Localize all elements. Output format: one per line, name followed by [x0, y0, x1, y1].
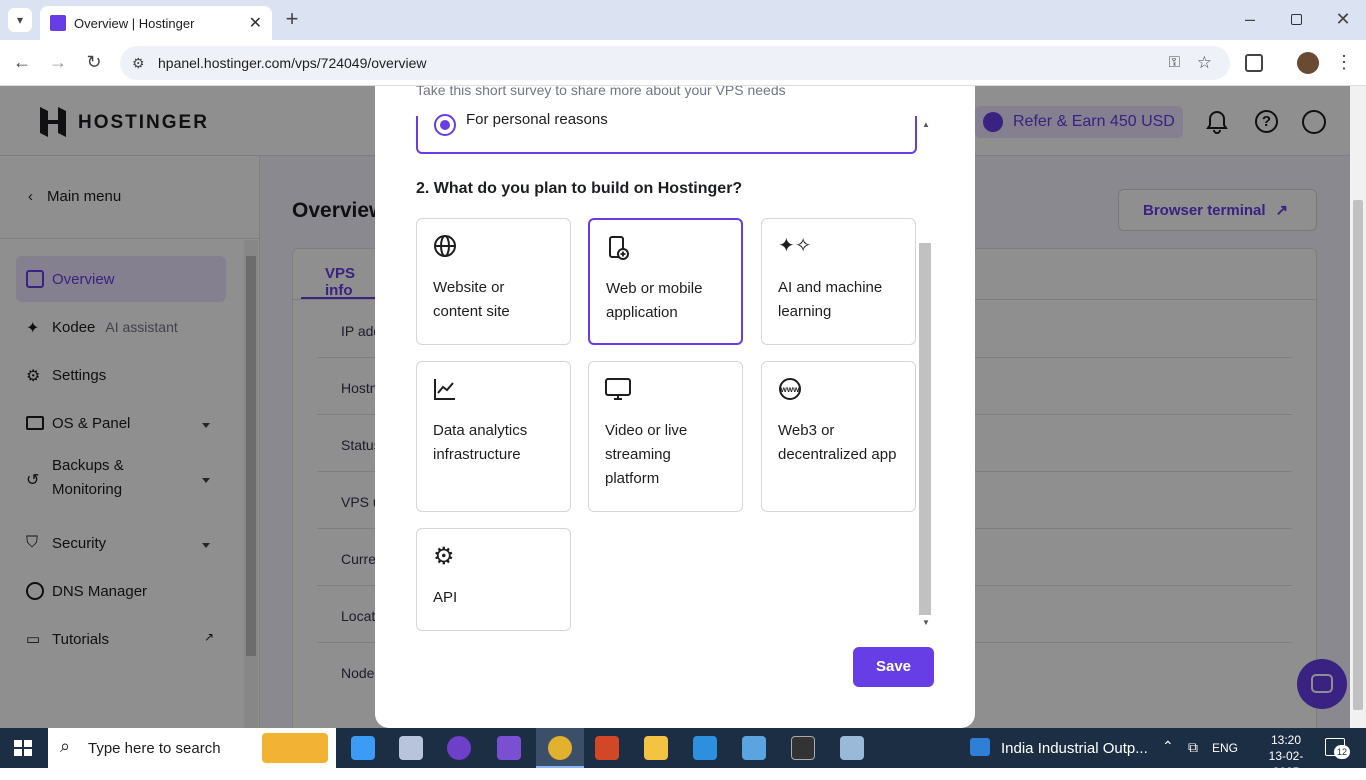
language-indicator[interactable]: ENG: [1212, 741, 1238, 755]
option-label: Website or: [433, 279, 505, 296]
taskbar-search-box[interactable]: ⌕ Type here to search: [48, 728, 336, 768]
profile-avatar[interactable]: [1297, 52, 1319, 74]
clock-time: 13:20: [1270, 733, 1302, 747]
option-web3[interactable]: www Web3 or decentralized app: [761, 361, 916, 512]
chevron-up-icon[interactable]: ⌃: [1162, 738, 1174, 755]
option-label: platform: [605, 470, 660, 487]
teams-icon[interactable]: [497, 736, 521, 760]
radio-option-personal[interactable]: For personal reasons: [416, 111, 917, 154]
option-label: content site: [433, 303, 510, 320]
site-info-icon[interactable]: ⚙: [132, 55, 145, 72]
chrome-icon: [548, 736, 572, 760]
back-icon[interactable]: ←: [12, 52, 32, 72]
www-globe-icon: www: [778, 377, 899, 403]
page-scrollbar-track[interactable]: [1350, 86, 1366, 728]
option-data-analytics[interactable]: Data analytics infrastructure: [416, 361, 571, 512]
radio-checked-icon: [434, 114, 456, 136]
network-icon[interactable]: ⧉: [1188, 739, 1198, 756]
chrome-taskbar-button[interactable]: [536, 728, 584, 768]
search-highlight-icon: [262, 733, 328, 763]
app-icon[interactable]: [399, 736, 423, 760]
extensions-icon[interactable]: [1245, 54, 1263, 72]
browser-tab[interactable]: Overview | Hostinger ✕: [40, 6, 272, 40]
file-explorer-icon[interactable]: [644, 736, 668, 760]
tab-close-icon[interactable]: ✕: [249, 13, 262, 33]
option-video-streaming[interactable]: Video or live streaming platform: [588, 361, 743, 512]
option-label: Web or mobile: [606, 280, 703, 297]
option-label: learning: [778, 303, 832, 320]
tab-title: Overview | Hostinger: [74, 15, 195, 31]
address-bar[interactable]: ⚙ hpanel.hostinger.com/vps/724049/overvi…: [120, 46, 1230, 80]
monitor-icon: [605, 377, 726, 403]
option-label: AI and machine: [778, 279, 883, 296]
browser-tab-strip: ▾ Overview | Hostinger ✕ + – ✕: [0, 0, 1366, 40]
close-window-icon[interactable]: ✕: [1333, 9, 1353, 29]
password-key-icon[interactable]: ⚿: [1169, 54, 1180, 71]
copilot-icon[interactable]: [351, 736, 375, 760]
option-label: Video or live: [605, 422, 688, 439]
hostinger-favicon-icon: [50, 15, 66, 31]
new-tab-icon[interactable]: +: [282, 8, 302, 30]
windows-taskbar: ⌕ Type here to search India Industrial O…: [0, 728, 1366, 779]
search-placeholder: Type here to search: [88, 739, 221, 757]
globe-icon: [433, 234, 554, 260]
modal-scrollbar[interactable]: ▲ ▼: [918, 116, 934, 631]
scroll-down-icon[interactable]: ▼: [922, 618, 930, 627]
search-icon: ⌕: [60, 736, 71, 756]
mobile-add-icon: [606, 235, 725, 261]
app-icon[interactable]: [742, 736, 766, 760]
survey-description: Take this short survey to share more abo…: [416, 86, 786, 98]
vscode-icon[interactable]: [693, 736, 717, 760]
news-ticker[interactable]: India Industrial Outp...: [1001, 740, 1148, 757]
reload-icon[interactable]: ↻: [84, 52, 104, 72]
app-icon[interactable]: [840, 736, 864, 760]
url-text: hpanel.hostinger.com/vps/724049/overview: [158, 55, 427, 71]
clock[interactable]: 13:20 13-02-2025: [1258, 732, 1314, 780]
tab-search-icon[interactable]: ▾: [8, 8, 32, 32]
forward-icon[interactable]: →: [48, 52, 68, 72]
clock-date: 13-02-2025: [1268, 749, 1304, 779]
news-icon[interactable]: [970, 738, 990, 756]
terminal-icon[interactable]: [791, 736, 815, 760]
modal-scrollbar-thumb[interactable]: [919, 243, 931, 615]
chrome-menu-icon[interactable]: ⋮: [1334, 52, 1354, 72]
question-heading: 2. What do you plan to build on Hostinge…: [416, 180, 743, 197]
github-icon[interactable]: [447, 736, 471, 760]
windows-start-icon[interactable]: [14, 740, 32, 756]
notification-icon[interactable]: 12: [1325, 738, 1350, 759]
option-api[interactable]: ⚙ API: [416, 528, 571, 631]
restore-window-icon[interactable]: [1291, 14, 1302, 25]
gear-icon: ⚙: [433, 543, 455, 570]
powerpoint-icon[interactable]: [595, 736, 619, 760]
sparkles-icon: ✦✧: [778, 235, 812, 257]
save-button[interactable]: Save: [853, 647, 934, 687]
option-label: Data analytics: [433, 422, 528, 439]
survey-modal: Take this short survey to share more abo…: [375, 86, 975, 728]
chart-line-icon: [433, 377, 554, 403]
option-ai-ml[interactable]: ✦✧ AI and machine learning: [761, 218, 916, 345]
option-web-mobile-app[interactable]: Web or mobile application: [588, 218, 743, 345]
bookmark-star-icon[interactable]: ☆: [1197, 53, 1212, 73]
option-label: application: [606, 304, 678, 321]
option-label: decentralized app: [778, 446, 897, 463]
option-label: Web3 or: [778, 422, 835, 439]
notification-count: 12: [1334, 745, 1350, 759]
option-label: infrastructure: [433, 446, 521, 463]
page-scrollbar-thumb[interactable]: [1353, 200, 1363, 710]
scroll-up-icon[interactable]: ▲: [922, 120, 930, 129]
option-label: API: [433, 589, 458, 606]
option-label: streaming: [605, 446, 671, 463]
minimize-icon[interactable]: –: [1240, 9, 1260, 29]
svg-text:www: www: [780, 385, 800, 394]
radio-label: For personal reasons: [466, 110, 608, 128]
option-website[interactable]: Website or content site: [416, 218, 571, 345]
